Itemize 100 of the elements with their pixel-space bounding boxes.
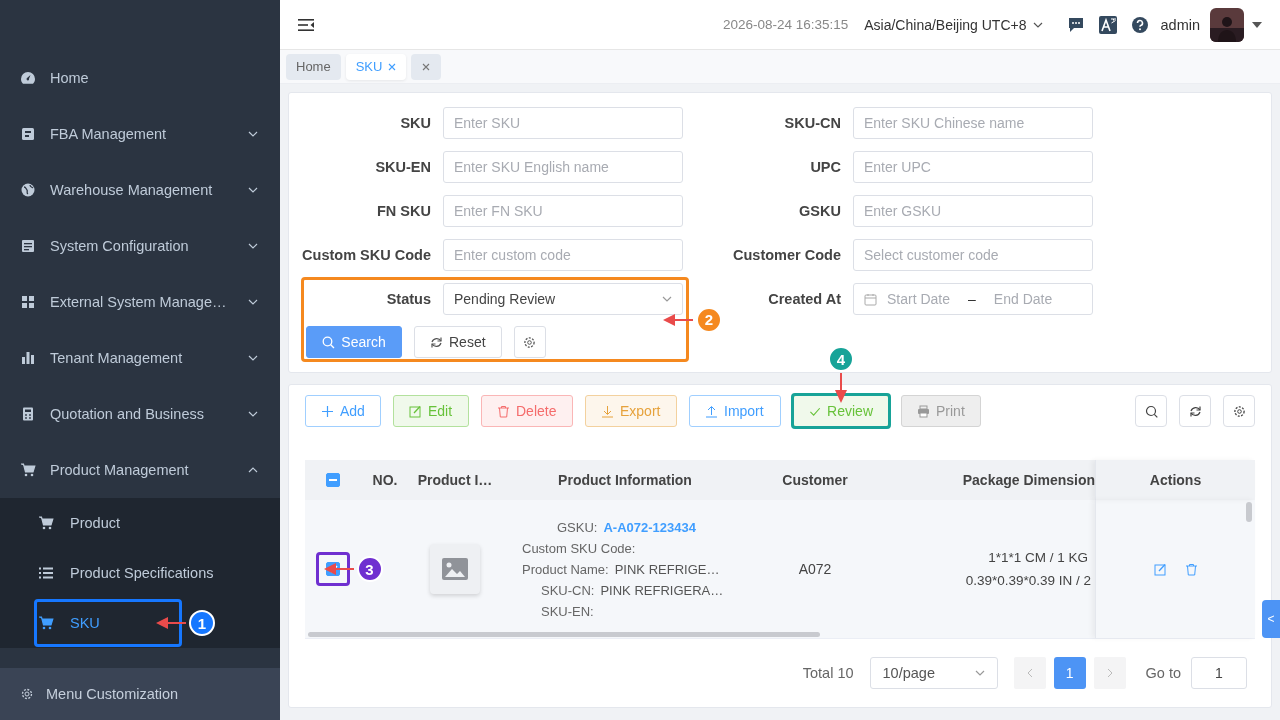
field-label: UPC — [809, 159, 841, 175]
goto-page-field[interactable]: 1 — [1191, 657, 1247, 689]
column-header: Product I… — [417, 472, 493, 488]
status-select[interactable]: Pending Review — [443, 283, 683, 315]
user-name[interactable]: admin — [1160, 16, 1200, 33]
chat-icon[interactable] — [1066, 15, 1085, 34]
menu-item[interactable]: Product Management — [0, 442, 280, 498]
menu-item[interactable]: Quotation and Business — [0, 386, 280, 442]
chevron-down-icon — [248, 187, 258, 193]
field-label: Customer Code — [732, 247, 841, 263]
help-icon[interactable] — [1130, 15, 1149, 34]
menu-fold-icon[interactable] — [297, 16, 315, 33]
input-field[interactable]: Enter SKU English name — [443, 151, 683, 183]
cart-icon — [38, 615, 54, 631]
input-field[interactable]: Select customer code — [853, 239, 1093, 271]
search-icon — [1144, 404, 1158, 418]
page-size-select[interactable]: 10/page — [869, 657, 998, 689]
input-field[interactable]: Enter UPC — [853, 151, 1093, 183]
submenu-item[interactable]: Product — [36, 501, 180, 545]
refresh-button[interactable] — [1179, 395, 1211, 427]
column-header: Product Information — [558, 472, 692, 488]
info-label: SKU-EN: — [540, 603, 594, 619]
column-header: Package Dimension — [962, 472, 1095, 488]
goto-label: Go to — [1145, 665, 1181, 681]
input-field[interactable]: Enter FN SKU — [443, 195, 683, 227]
menu-item[interactable]: Home — [0, 50, 280, 106]
settings-button[interactable] — [1223, 395, 1255, 427]
edit-icon — [409, 404, 422, 418]
search-icon — [322, 335, 336, 349]
reset-button[interactable]: Reset — [414, 326, 502, 358]
cart-icon — [20, 462, 36, 478]
field-label: SKU-EN — [374, 159, 431, 175]
field-label: Status — [385, 291, 431, 307]
menu-item[interactable]: System Configuration — [0, 218, 280, 274]
trash-icon — [497, 404, 510, 418]
field-label: Custom SKU Code — [301, 247, 431, 263]
chevron-right-icon — [1106, 668, 1113, 678]
close-icon — [422, 62, 431, 71]
image-icon — [442, 558, 468, 580]
globe-icon — [20, 182, 36, 198]
scrollbar[interactable] — [1246, 502, 1252, 522]
info-label: GSKU: — [556, 519, 598, 535]
input-field[interactable]: Enter custom code — [443, 239, 683, 271]
gauge-icon — [20, 70, 36, 86]
menu-item[interactable]: External System Manage… — [0, 274, 280, 330]
total-count: Total 10 — [802, 665, 854, 681]
plus-icon — [321, 404, 334, 418]
info-label: Product Name: — [522, 561, 609, 577]
grid-icon — [20, 294, 36, 310]
field-label: GSKU — [798, 203, 841, 219]
page-tab[interactable]: Home — [286, 53, 341, 80]
menu-customization-button[interactable]: Menu Customization — [0, 668, 280, 720]
input-field[interactable]: Enter SKU — [443, 107, 683, 139]
id-card-icon — [20, 126, 36, 142]
column-header: Actions — [1149, 472, 1202, 488]
edit-icon[interactable] — [1153, 562, 1167, 576]
caret-down-icon[interactable] — [1252, 21, 1262, 28]
chevron-down-icon — [248, 411, 258, 417]
chevron-down-icon — [1032, 21, 1043, 28]
refresh-icon — [1188, 404, 1202, 418]
date-range-field[interactable]: Start Date – End Date — [853, 283, 1093, 315]
chevron-left-icon — [1026, 668, 1033, 678]
server-icon — [20, 238, 36, 254]
table-cell-text: 1*1*1 CM / 1 KG — [988, 550, 1089, 565]
settings-icon — [523, 335, 537, 349]
submenu-item[interactable]: Product Specifications — [36, 551, 220, 595]
settings-button[interactable] — [513, 326, 546, 358]
settings-icon — [20, 687, 34, 701]
list-icon — [38, 565, 54, 581]
scrollbar[interactable] — [308, 632, 820, 637]
field-label: FN SKU — [376, 203, 431, 219]
info-label: Custom SKU Code: — [522, 540, 636, 556]
menu-item[interactable]: FBA Management — [0, 106, 280, 162]
translate-icon[interactable] — [1098, 15, 1117, 34]
cart-icon — [38, 515, 54, 531]
arrow-icon — [835, 373, 847, 403]
field-label: SKU-CN — [783, 115, 841, 131]
download-icon — [601, 404, 614, 418]
chevron-up-icon — [248, 467, 258, 473]
timezone-dropdown[interactable]: Asia/China/Beijing UTC+8 — [864, 16, 1043, 33]
search-button[interactable] — [1135, 395, 1167, 427]
avatar[interactable] — [1210, 7, 1244, 42]
chevron-down-icon — [248, 243, 258, 249]
input-field[interactable]: Enter GSKU — [853, 195, 1093, 227]
chevron-down-icon — [248, 131, 258, 137]
menu-item[interactable]: Warehouse Management — [0, 162, 280, 218]
close-icon — [388, 62, 397, 71]
info-value: PINK REFRIGERA… — [600, 582, 724, 598]
chevron-down-icon — [248, 355, 258, 361]
table-cell: 0.39*0.39*0.39 IN / 2 — [965, 573, 1091, 588]
settings-icon — [1232, 404, 1246, 418]
trash-icon[interactable] — [1184, 562, 1198, 576]
minus-icon — [328, 479, 337, 481]
printer-icon — [917, 404, 930, 418]
column-header: NO. — [372, 472, 398, 488]
input-field[interactable]: Enter SKU Chinese name — [853, 107, 1093, 139]
calculator-icon — [20, 406, 36, 422]
menu-item[interactable]: Tenant Management — [0, 330, 280, 386]
submenu-item[interactable]: SKU — [36, 601, 180, 645]
checkbox[interactable] — [325, 473, 340, 487]
